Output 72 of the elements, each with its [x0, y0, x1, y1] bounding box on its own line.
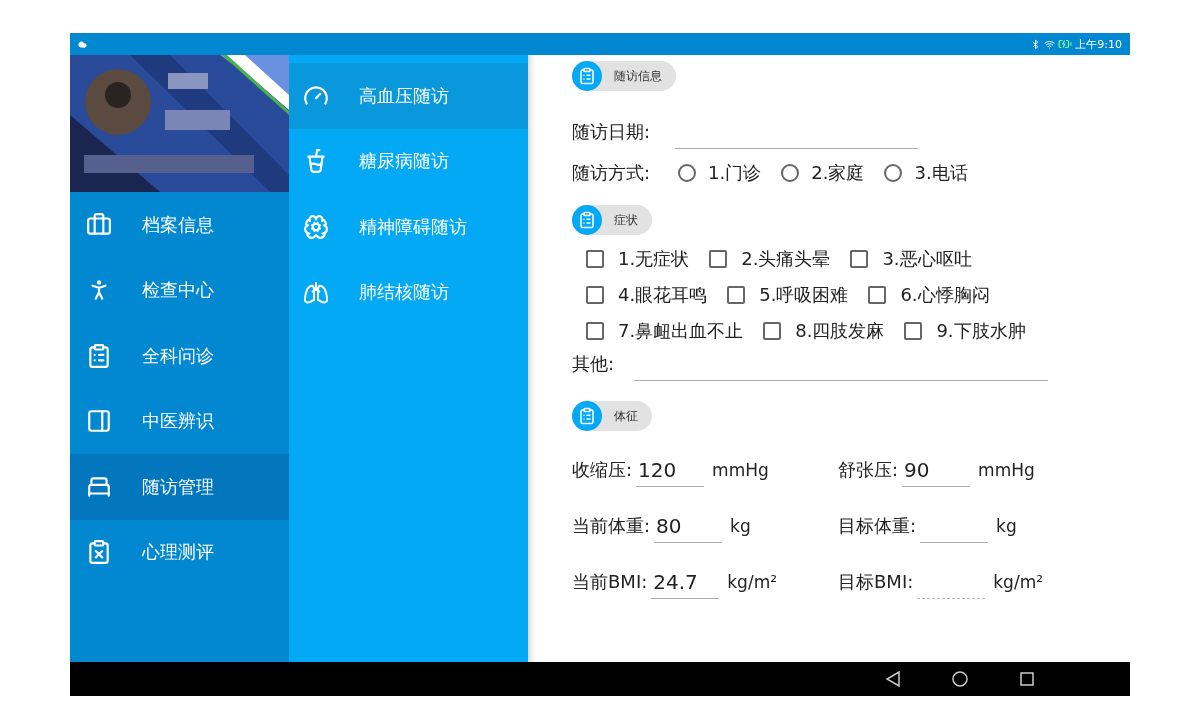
radio-button[interactable]	[678, 164, 697, 182]
option-label: 1.门诊	[708, 161, 762, 185]
checkbox[interactable]	[727, 286, 746, 304]
input-field[interactable]: 120	[636, 453, 705, 487]
wifi-icon	[1044, 38, 1056, 50]
checkbox[interactable]	[586, 250, 604, 268]
field-label: 其他:	[572, 352, 615, 376]
submenu-item[interactable]: 精神障碍随访	[289, 194, 528, 260]
radio-button[interactable]	[781, 164, 800, 182]
option-label: 9.下肢水肿	[936, 319, 1026, 343]
battery-icon	[1058, 37, 1073, 51]
field-label: 随访日期:	[572, 120, 651, 144]
submenu-item[interactable]: 肺结核随访	[289, 259, 528, 325]
section-header: 随访信息	[572, 61, 676, 91]
unit-label: kg	[996, 516, 1017, 536]
sidebar-item[interactable]: 中医辨识	[70, 388, 289, 454]
checkbox[interactable]	[904, 322, 923, 340]
checkbox[interactable]	[709, 250, 728, 268]
option-label: 7.鼻衄出血不止	[618, 319, 744, 343]
field-label: 目标体重:	[838, 514, 917, 538]
cloud-icon	[78, 39, 87, 49]
checkbox[interactable]	[586, 286, 604, 304]
unit-label: kg	[730, 516, 751, 536]
sidebar-item[interactable]: 随访管理	[70, 454, 289, 520]
sidebar-item[interactable]: 检查中心	[70, 257, 289, 323]
clock: 上午9:10	[1075, 36, 1122, 52]
clipboard-icon	[578, 211, 596, 229]
unit-label: mmHg	[978, 460, 1035, 480]
option-label: 3.恶心呕吐	[882, 247, 972, 271]
input-field[interactable]: 80	[654, 509, 723, 543]
option-label: 5.呼吸困难	[759, 283, 849, 307]
recents-icon[interactable]	[1020, 672, 1034, 686]
lungs-icon	[303, 280, 329, 305]
briefcase-icon	[86, 211, 112, 238]
clipboard-icon	[86, 539, 112, 566]
checkbox[interactable]	[850, 250, 869, 268]
sidebar-item[interactable]: 心理测评	[70, 519, 289, 585]
input-field[interactable]: 90	[902, 453, 971, 487]
field-label: 当前BMI:	[572, 570, 648, 594]
option-label: 3.电话	[914, 161, 968, 185]
panel-icon	[86, 408, 112, 435]
checkbox[interactable]	[868, 286, 887, 304]
checkbox[interactable]	[586, 322, 604, 340]
option-label: 2.家庭	[811, 161, 865, 185]
sidebar-item[interactable]: 档案信息	[70, 192, 289, 258]
field-label: 舒张压:	[838, 458, 899, 482]
clipboard-icon	[578, 407, 596, 425]
clipboard-icon	[86, 342, 112, 369]
submenu-item[interactable]: 高血压随访	[289, 63, 528, 129]
radio-button[interactable]	[884, 164, 903, 182]
sidebar-item[interactable]: 全科问诊	[70, 323, 289, 389]
input-field[interactable]: 24.7	[651, 565, 720, 599]
back-icon[interactable]	[886, 671, 900, 687]
unit-label: kg/m²	[727, 572, 777, 592]
submenu-item[interactable]: 糖尿病随访	[289, 128, 528, 194]
option-label: 1.无症状	[618, 247, 690, 271]
unit-label: mmHg	[712, 460, 769, 480]
option-label: 6.心悸胸闷	[900, 283, 990, 307]
checkbox[interactable]	[763, 322, 782, 340]
option-label: 4.眼花耳鸣	[618, 283, 708, 307]
option-label: 2.头痛头晕	[741, 247, 831, 271]
clipboard-icon	[578, 67, 596, 85]
section-header: 症状	[572, 205, 652, 235]
field-label: 收缩压:	[572, 458, 633, 482]
field-label: 随访方式:	[572, 161, 651, 185]
section-header: 体征	[572, 401, 652, 431]
field-label: 目标BMI:	[838, 570, 914, 594]
home-icon[interactable]	[952, 671, 968, 687]
field-label: 当前体重:	[572, 514, 651, 538]
brain-icon	[303, 213, 329, 240]
option-label: 8.四肢发麻	[795, 319, 885, 343]
unit-label: kg/m²	[993, 572, 1043, 592]
